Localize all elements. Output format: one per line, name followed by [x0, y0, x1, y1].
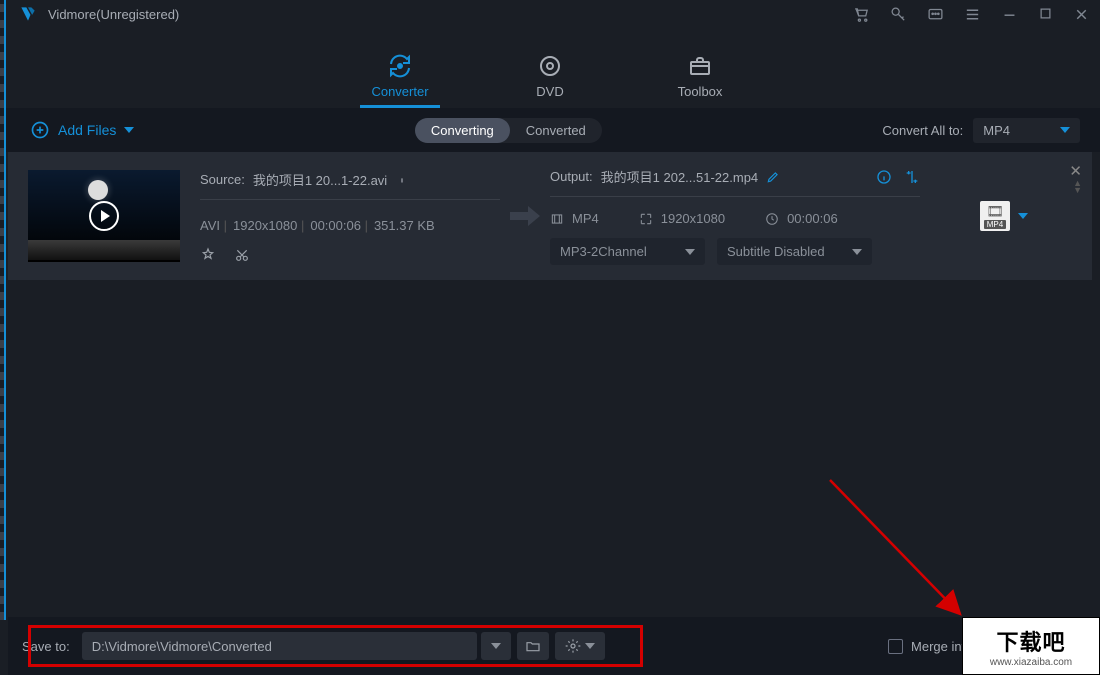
watermark: 下载吧 www.xiazaiba.com	[962, 617, 1100, 675]
subtitle-value: Subtitle Disabled	[727, 244, 825, 259]
clock-icon	[765, 212, 779, 226]
feedback-icon[interactable]	[927, 6, 944, 23]
output-label: Output:	[550, 169, 593, 184]
add-files-chevron-icon	[124, 127, 134, 133]
tab-dvd[interactable]: DVD	[510, 54, 590, 108]
file-item: Source: 我的项目1 20...1-22.avi AVI 1920x108…	[8, 152, 1092, 280]
seg-converted[interactable]: Converted	[510, 118, 602, 143]
watermark-url: www.xiazaiba.com	[990, 657, 1072, 668]
add-files-label: Add Files	[58, 122, 116, 138]
status-segment: Converting Converted	[415, 118, 602, 143]
audio-value: MP3-2Channel	[560, 244, 647, 259]
left-stripe	[0, 0, 6, 620]
bottom-bar: Save to: D:\Vidmore\Vidmore\Converted Me…	[8, 617, 1092, 675]
menu-icon[interactable]	[964, 6, 981, 23]
source-resolution: 1920x1080	[233, 218, 304, 233]
cut-icon[interactable]	[234, 247, 250, 263]
save-path-input[interactable]: D:\Vidmore\Vidmore\Converted	[82, 632, 477, 660]
format-icon	[550, 212, 564, 226]
item-reorder-icons[interactable]: ▲▼	[1073, 180, 1082, 194]
edit-icon[interactable]	[766, 170, 780, 184]
output-profile-badge: MP4	[984, 220, 1006, 229]
audio-select[interactable]: MP3-2Channel	[550, 238, 705, 265]
save-path-value: D:\Vidmore\Vidmore\Converted	[92, 639, 272, 654]
maximize-icon[interactable]	[1038, 6, 1053, 23]
subtitle-select[interactable]: Subtitle Disabled	[717, 238, 872, 265]
arrow-right-icon	[510, 206, 540, 226]
shopping-cart-icon[interactable]	[853, 6, 870, 23]
source-duration: 00:00:06	[310, 218, 368, 233]
source-size: 351.37 KB	[374, 218, 435, 233]
source-label: Source:	[200, 172, 245, 187]
convert-all-format-value: MP4	[983, 123, 1010, 138]
source-filename: 我的项目1 20...1-22.avi	[253, 170, 387, 189]
resolution-icon	[639, 212, 653, 226]
tab-converter-label: Converter	[371, 84, 428, 99]
play-icon[interactable]	[89, 201, 119, 231]
output-format: MP4	[572, 211, 599, 226]
video-thumbnail[interactable]	[28, 170, 180, 262]
chevron-down-icon	[685, 249, 695, 255]
titlebar: Vidmore(Unregistered)	[0, 0, 1100, 28]
tab-dvd-label: DVD	[536, 84, 563, 99]
tab-toolbox[interactable]: Toolbox	[660, 54, 740, 108]
app-title: Vidmore(Unregistered)	[48, 7, 179, 22]
chevron-down-icon	[491, 643, 501, 649]
minimize-icon[interactable]	[1001, 6, 1018, 23]
tab-converter[interactable]: Converter	[360, 54, 440, 108]
key-icon[interactable]	[890, 6, 907, 23]
top-nav: Converter DVD Toolbox	[0, 28, 1100, 108]
media-info-icon[interactable]	[876, 169, 892, 185]
seg-converting[interactable]: Converting	[415, 118, 510, 143]
chevron-down-icon	[852, 249, 862, 255]
output-profile-button[interactable]: 🎞 MP4	[980, 201, 1010, 231]
settings-button[interactable]	[555, 632, 605, 660]
chevron-down-icon	[585, 643, 595, 649]
watermark-title: 下载吧	[996, 625, 1065, 657]
convert-all-format-select[interactable]: MP4	[973, 118, 1080, 143]
profile-chevron-icon[interactable]	[1018, 213, 1028, 219]
save-path-dropdown[interactable]	[481, 632, 511, 660]
save-to-label: Save to:	[22, 639, 70, 654]
info-icon[interactable]	[395, 172, 409, 186]
close-icon[interactable]	[1073, 6, 1090, 23]
toolbar: Add Files Converting Converted Convert A…	[0, 108, 1100, 152]
chevron-down-icon	[1060, 127, 1070, 133]
output-filename: 我的项目1 202...51-22.mp4	[601, 167, 759, 186]
convert-all-label: Convert All to:	[882, 123, 963, 138]
compress-icon[interactable]	[904, 169, 920, 185]
output-duration: 00:00:06	[787, 211, 838, 226]
source-format: AVI	[200, 218, 227, 233]
tab-toolbox-label: Toolbox	[678, 84, 723, 99]
output-resolution: 1920x1080	[661, 211, 725, 226]
effects-icon[interactable]	[200, 247, 216, 263]
merge-checkbox[interactable]	[888, 639, 903, 654]
open-folder-button[interactable]	[517, 632, 549, 660]
add-files-button[interactable]: Add Files	[30, 120, 134, 140]
film-icon: 🎞	[986, 203, 1004, 220]
app-logo-icon	[18, 4, 38, 24]
